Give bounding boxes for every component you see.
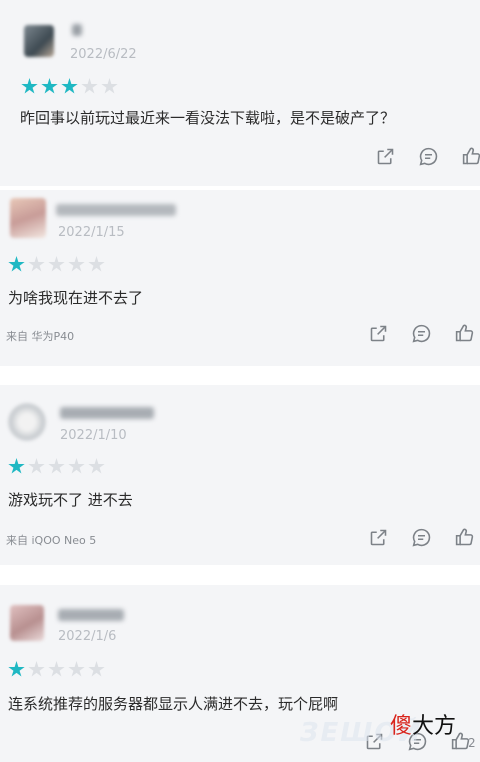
star-empty-icon [68,661,85,677]
rating-stars [8,458,105,475]
review-text: 昨回事以前玩过最近来一看没法下载啦，是不是破产了？ [20,109,396,127]
star-empty-icon [48,458,65,474]
star-empty-icon [101,78,118,94]
username-blurred [56,204,176,216]
review-date: 2022/1/10 [60,428,127,443]
star-empty-icon [88,458,105,474]
thumbs-up-icon[interactable] [454,527,475,548]
device-info: 来自 华为P40 [6,330,75,343]
review-text: 连系统推荐的服务器都显示人满进不去，玩个屁啊 [8,695,339,713]
star-filled-icon [61,78,78,94]
avatar[interactable] [8,403,46,441]
thumbs-up-icon[interactable] [454,323,475,344]
avatar[interactable] [10,198,46,238]
watermark-brand-black: 大方 [412,713,457,738]
comment-icon[interactable] [411,323,432,344]
review-date: 2022/6/22 [70,47,137,62]
username-blurred [60,407,154,419]
device-info: 来自 iQOO Neo 5 [6,534,97,547]
star-filled-icon [8,661,25,677]
star-empty-icon [88,661,105,677]
star-empty-icon [88,256,105,272]
review-card: 2022/1/10 游戏玩不了 进不去 来自 iQOO Neo 5 [0,385,480,565]
star-empty-icon [28,256,45,272]
star-empty-icon [48,661,65,677]
share-icon[interactable] [375,146,396,167]
action-bar [368,527,475,548]
avatar[interactable] [10,605,44,641]
username-blurred [72,24,82,36]
share-icon[interactable] [368,323,389,344]
action-bar [368,323,475,344]
rating-stars [8,661,105,678]
star-empty-icon [28,661,45,677]
star-empty-icon [81,78,98,94]
review-text: 游戏玩不了 进不去 [8,491,133,509]
review-date: 2022/1/6 [58,629,117,644]
star-empty-icon [48,256,65,272]
watermark-brand-red: 傻 [390,713,413,738]
rating-stars [21,78,118,95]
star-empty-icon [68,458,85,474]
avatar[interactable] [24,25,54,57]
star-empty-icon [68,256,85,272]
star-filled-icon [21,78,38,94]
star-filled-icon [41,78,58,94]
review-date: 2022/1/15 [58,225,125,240]
review-text: 为啥我现在进不去了 [8,289,144,307]
username-blurred [58,609,124,621]
star-filled-icon [8,256,25,272]
rating-stars [8,256,105,273]
star-filled-icon [8,458,25,474]
comment-icon[interactable] [411,527,432,548]
action-bar [375,146,480,167]
share-icon[interactable] [368,527,389,548]
review-card: 2022/6/22 昨回事以前玩过最近来一看没法下载啦，是不是破产了？ [0,0,480,186]
star-empty-icon [28,458,45,474]
thumbs-up-icon[interactable] [461,146,480,167]
comment-icon[interactable] [418,146,439,167]
review-card: 2022/1/15 为啥我现在进不去了 来自 华为P40 [0,190,480,366]
watermark-brand: 傻大方 [390,708,456,740]
like-count: 2 [468,736,476,750]
